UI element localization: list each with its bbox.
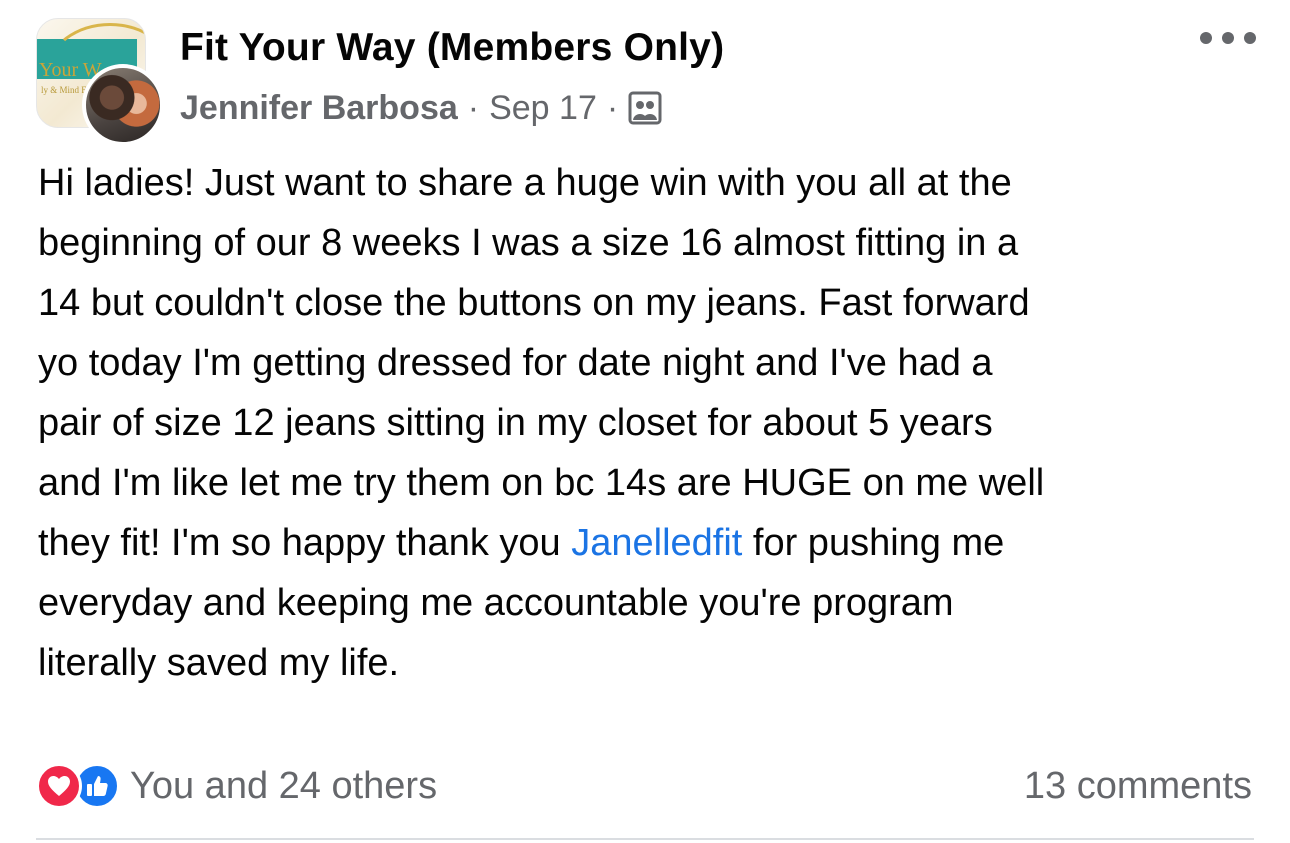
more-options-icon <box>1244 32 1256 44</box>
author-avatar[interactable] <box>82 64 164 146</box>
feed-post: Your W ly & Mind F Fit Your Way (Members… <box>0 0 1290 843</box>
post-text-line: Hi ladies! Just want to share a huge win… <box>38 162 1012 204</box>
post-text-line-with-mention: they fit! I'm so happy thank you Janelle… <box>38 513 1268 573</box>
more-options-icon <box>1200 32 1212 44</box>
mention-link[interactable]: Janelledfit <box>571 522 742 564</box>
post-avatars[interactable]: Your W ly & Mind F <box>36 18 164 146</box>
more-options-button[interactable] <box>1200 26 1256 50</box>
meta-separator: · <box>467 88 480 127</box>
post-text-line: pair of size 12 jeans sitting in my clos… <box>38 402 993 444</box>
post-text-line: yo today I'm getting dressed for date ni… <box>38 342 993 384</box>
post-meta: Jennifer Barbosa · Sep 17 · <box>180 86 662 130</box>
reaction-summary-text[interactable]: You and 24 others <box>130 765 437 808</box>
group-avatar-brand-subtext: ly & Mind F <box>41 85 87 95</box>
post-date-link[interactable]: Sep 17 <box>489 89 597 128</box>
post-text-line: beginning of our 8 weeks I was a size 16… <box>38 222 1019 264</box>
comments-count-link[interactable]: 13 comments <box>1024 762 1252 810</box>
post-text-line: 14 but couldn't close the buttons on my … <box>38 282 1030 324</box>
post-text-line: everyday and keeping me accountable you'… <box>38 582 954 624</box>
author-name-link[interactable]: Jennifer Barbosa <box>180 89 458 128</box>
post-text-segment: for pushing me <box>742 522 1005 564</box>
meta-separator: · <box>606 88 619 127</box>
post-body: Hi ladies! Just want to share a huge win… <box>38 153 1268 693</box>
post-text-line: literally saved my life. <box>38 642 400 684</box>
group-name-link[interactable]: Fit Your Way (Members Only) <box>180 26 724 70</box>
post-text-line: and I'm like let me try them on bc 14s a… <box>38 462 1045 504</box>
reactions-summary[interactable]: You and 24 others <box>36 762 437 810</box>
post-text-segment: they fit! I'm so happy thank you <box>38 522 572 564</box>
divider <box>36 838 1254 840</box>
group-members-icon <box>628 91 662 125</box>
more-options-icon <box>1222 32 1234 44</box>
love-icon <box>36 763 82 809</box>
